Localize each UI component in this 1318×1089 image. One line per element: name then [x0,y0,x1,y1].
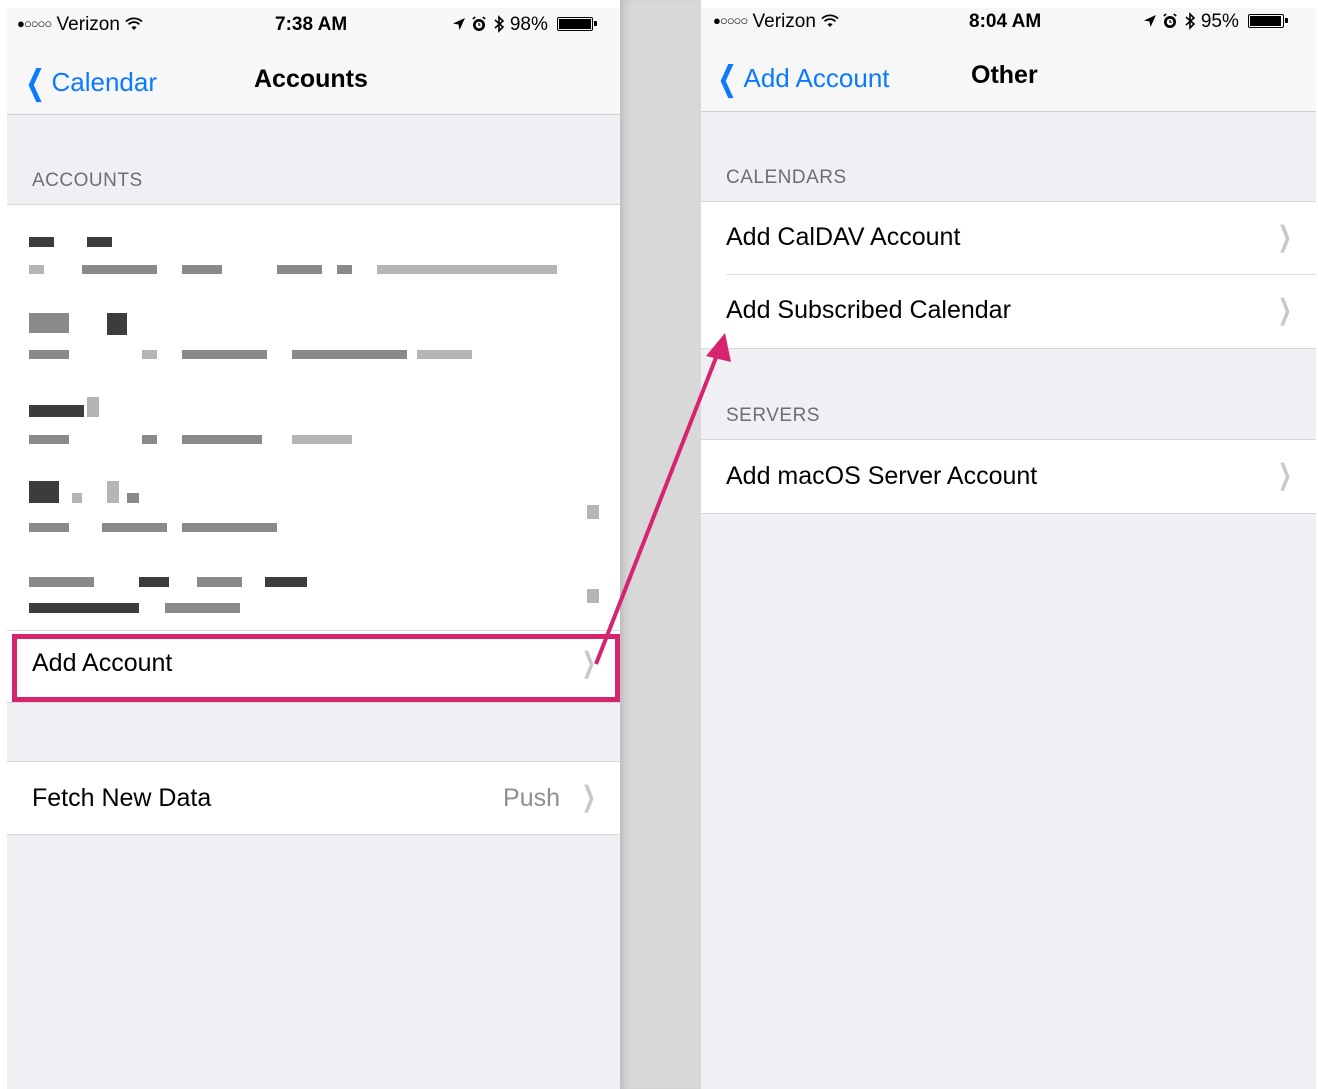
location-icon [1143,11,1162,32]
add-caldav-account-row[interactable]: Add CalDAV Account ❯ [726,202,1316,275]
status-right: 95% [1143,11,1289,33]
battery-fill [1250,16,1281,26]
panel-divider [620,0,701,1089]
battery-icon [557,17,598,31]
add-caldav-account-label: Add CalDAV Account [726,223,961,251]
wifi-icon [821,11,839,32]
alarm-icon [1162,11,1183,32]
accounts-screen: ●○○○○ Verizon 7:38 AM 98% ❮ Calendar Acc… [7,8,620,1089]
account-item-redacted[interactable] [7,373,620,457]
other-screen: ●○○○○ Verizon 8:04 AM 95% ❮ Add Account … [701,8,1316,1089]
battery-percent: 95% [1200,11,1239,32]
status-bar: ●○○○○ Verizon 7:38 AM 98% [7,12,620,38]
servers-group: Add macOS Server Account ❯ [701,439,1316,514]
battery-icon [1248,14,1289,28]
page-title: Other [971,61,1038,89]
status-time: 8:04 AM [969,11,1042,32]
account-item-redacted[interactable] [7,457,620,541]
section-header-accounts: ACCOUNTS [32,170,143,191]
chevron-left-icon: ❮ [25,64,46,102]
section-header-servers: SERVERS [726,405,820,426]
calendars-group: Add CalDAV Account ❯ Add Subscribed Cale… [701,201,1316,349]
back-label: Calendar [51,67,158,97]
add-macos-server-account-label: Add macOS Server Account [726,462,1038,490]
wifi-icon [125,14,143,35]
signal-icon: ●○○○○ [17,16,52,31]
carrier-name: Verizon [752,11,816,32]
fetch-new-data-value: Push [503,784,560,812]
chevron-right-icon: ❯ [581,781,596,812]
back-button[interactable]: ❮ Calendar [21,63,157,103]
fetch-new-data-label: Fetch New Data [32,784,212,812]
back-button[interactable]: ❮ Add Account [713,59,890,99]
carrier-status: ●○○○○ Verizon [713,11,839,33]
status-bar: ●○○○○ Verizon 8:04 AM 95% [701,9,1316,35]
account-item-redacted[interactable] [7,289,620,373]
back-label: Add Account [743,63,890,93]
account-item-redacted[interactable] [7,205,620,289]
bluetooth-icon [1184,11,1201,32]
chevron-right-icon: ❯ [1277,294,1292,325]
chevron-right-icon: ❯ [1277,459,1292,490]
battery-percent: 98% [509,14,548,35]
location-icon [452,14,471,35]
carrier-name: Verizon [56,14,120,35]
alarm-icon [471,14,492,35]
add-subscribed-calendar-row[interactable]: Add Subscribed Calendar ❯ [726,275,1316,348]
fetch-group: Fetch New Data Push ❯ [7,761,620,835]
account-list [7,205,620,630]
add-macos-server-account-row[interactable]: Add macOS Server Account ❯ [726,440,1316,513]
status-time: 7:38 AM [275,14,348,35]
carrier-status: ●○○○○ Verizon [17,14,143,36]
battery-fill [559,19,591,29]
nav-bar: ●○○○○ Verizon 7:38 AM 98% ❮ Calendar Acc… [7,8,620,115]
add-subscribed-calendar-label: Add Subscribed Calendar [726,296,1011,324]
bluetooth-icon [493,14,510,35]
page-title: Accounts [254,65,368,93]
status-right: 98% [452,14,598,36]
accounts-group: Add Account ❯ [7,204,620,703]
chevron-right-icon: ❯ [1277,221,1292,252]
fetch-new-data-row[interactable]: Fetch New Data Push ❯ [32,762,620,835]
signal-icon: ●○○○○ [713,13,748,28]
section-header-calendars: CALENDARS [726,167,847,188]
highlight-box [12,634,620,702]
chevron-left-icon: ❮ [717,60,738,98]
account-item-redacted[interactable] [7,541,620,630]
nav-bar: ●○○○○ Verizon 8:04 AM 95% ❮ Add Account … [701,8,1316,112]
